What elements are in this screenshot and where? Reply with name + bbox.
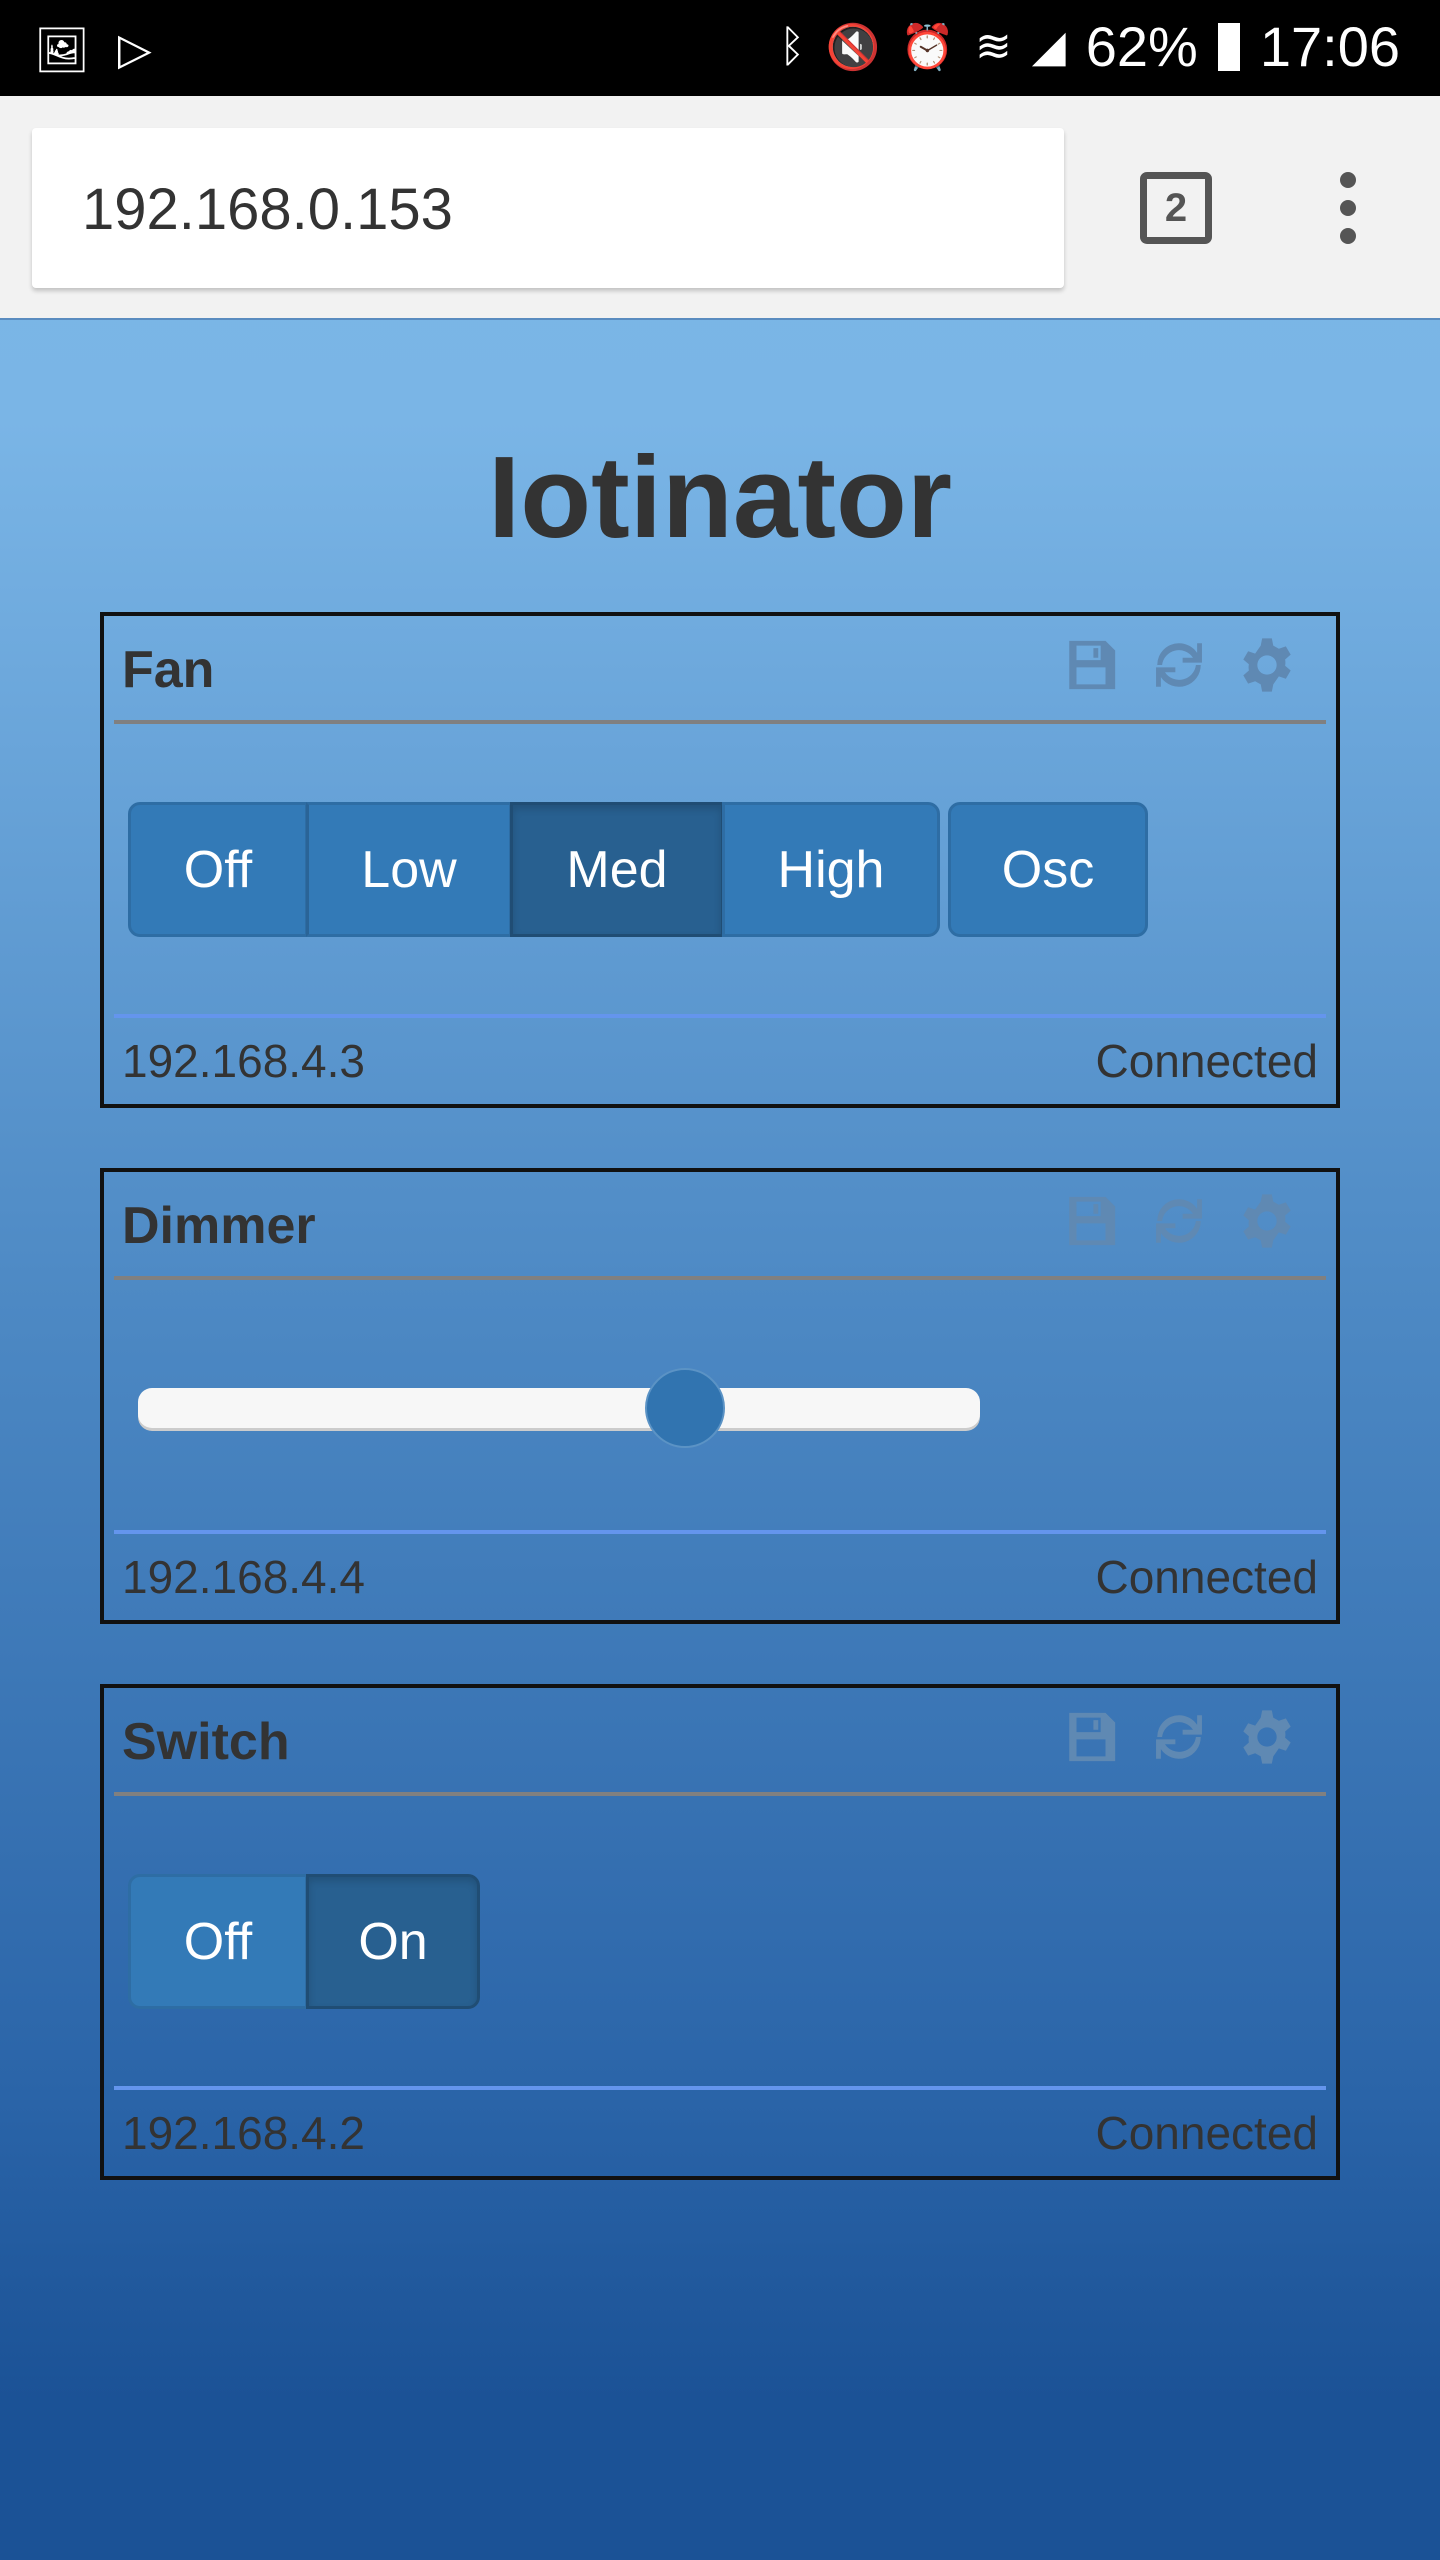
status-bar: 🖼 ▷ ᛒ 🔇 ⏰ ≋ ◢ 62% 17:06 — [0, 0, 1440, 96]
connection-status: Connected — [1095, 1551, 1319, 1603]
dimmer-card: Dimmer 192.168.4.4 Connected — [100, 1168, 1340, 1624]
card-title: Fan — [122, 641, 215, 699]
image-icon: 🖼 — [34, 26, 90, 75]
save-icon[interactable] — [1062, 636, 1120, 694]
fan-osc-button[interactable]: Osc — [948, 802, 1148, 937]
switch-card: Switch Off On 192.168.4.2 Connected — [100, 1684, 1340, 2180]
refresh-icon[interactable] — [1150, 1708, 1208, 1766]
footer-divider — [114, 2086, 1326, 2090]
header-divider — [114, 1276, 1326, 1280]
fan-low-button[interactable]: Low — [306, 802, 512, 937]
gear-icon[interactable] — [1238, 636, 1296, 694]
connection-status: Connected — [1095, 2107, 1319, 2159]
alarm-icon: ⏰ — [900, 22, 956, 72]
card-title: Dimmer — [122, 1197, 316, 1255]
battery-icon — [1217, 22, 1240, 71]
fan-off-button[interactable]: Off — [128, 802, 308, 937]
wifi-icon: ≋ — [975, 22, 1012, 71]
card-title: Switch — [122, 1713, 290, 1771]
refresh-icon[interactable] — [1150, 636, 1208, 694]
dimmer-slider-track[interactable] — [138, 1388, 980, 1428]
battery-percent: 62% — [1085, 15, 1198, 78]
signal-icon: ◢ — [1031, 22, 1066, 71]
mute-icon: 🔇 — [825, 22, 881, 72]
device-ip: 192.168.4.2 — [122, 2107, 366, 2159]
browser-toolbar: 192.168.0.153 2 — [0, 96, 1440, 320]
switch-on-button[interactable]: On — [306, 1874, 480, 2009]
footer-divider — [114, 1014, 1326, 1018]
footer-divider — [114, 1530, 1326, 1534]
fan-card: Fan Off Low Med High Osc 192.168.4.3 Con… — [100, 612, 1340, 1108]
url-bar[interactable]: 192.168.0.153 — [32, 128, 1064, 288]
save-icon[interactable] — [1062, 1708, 1120, 1766]
connection-status: Connected — [1095, 1035, 1319, 1087]
tab-switcher-button[interactable]: 2 — [1140, 172, 1212, 244]
header-divider — [114, 720, 1326, 724]
dimmer-slider-thumb[interactable] — [645, 1368, 726, 1448]
save-icon[interactable] — [1062, 1192, 1120, 1250]
bluetooth-icon: ᛒ — [779, 21, 806, 71]
clock: 17:06 — [1259, 15, 1400, 78]
menu-icon[interactable] — [1330, 172, 1366, 244]
fan-high-button[interactable]: High — [722, 802, 940, 937]
play-store-icon: ▷ — [117, 25, 152, 74]
gear-icon[interactable] — [1238, 1192, 1296, 1250]
fan-med-button[interactable]: Med — [510, 802, 724, 937]
gear-icon[interactable] — [1238, 1708, 1296, 1766]
refresh-icon[interactable] — [1150, 1192, 1208, 1250]
switch-off-button[interactable]: Off — [128, 1874, 308, 2009]
page-title: Iotinator — [488, 432, 952, 562]
header-divider — [114, 1792, 1326, 1796]
device-ip: 192.168.4.3 — [122, 1035, 366, 1087]
device-ip: 192.168.4.4 — [122, 1551, 366, 1603]
